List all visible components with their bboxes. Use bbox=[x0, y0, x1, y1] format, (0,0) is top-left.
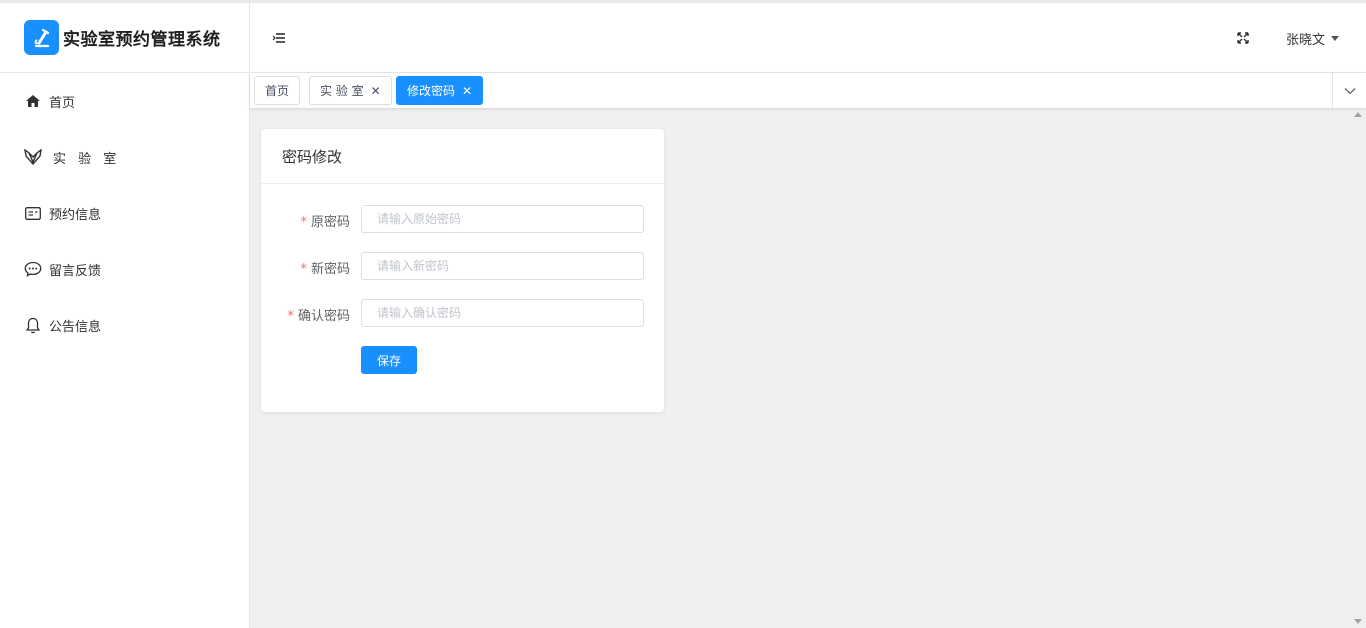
close-icon[interactable]: ✕ bbox=[371, 84, 381, 98]
vertical-scrollbar[interactable] bbox=[1350, 108, 1366, 628]
chevron-down-icon bbox=[1344, 87, 1355, 94]
tab-label: 实 验 室 bbox=[320, 84, 364, 98]
sidebar-item-reservation[interactable]: 预约信息 bbox=[0, 185, 249, 241]
menu-toggle-icon[interactable] bbox=[272, 30, 286, 44]
sidebar-item-home[interactable]: 首页 bbox=[0, 73, 249, 129]
sidebar-item-label: 预约信息 bbox=[49, 207, 102, 223]
scroll-up-icon[interactable] bbox=[1354, 112, 1362, 117]
field-label: 原密码 bbox=[310, 215, 350, 230]
main-content: 密码修改 *原密码 *新密码 *确认密码 保存 bbox=[250, 108, 1366, 628]
password-card: 密码修改 *原密码 *新密码 *确认密码 保存 bbox=[261, 129, 664, 412]
sidebar-item-label: 公告信息 bbox=[49, 319, 102, 335]
new-password-label: * 新密码 bbox=[300, 258, 350, 277]
chat-icon bbox=[24, 260, 42, 278]
id-card-icon bbox=[24, 204, 42, 222]
sidebar-item-label: 实 验 室 bbox=[53, 151, 121, 167]
scroll-down-icon[interactable] bbox=[1354, 619, 1362, 624]
sidebar-item-feedback[interactable]: 留言反馈 bbox=[0, 241, 249, 297]
user-name: 张晓文 bbox=[1286, 33, 1326, 48]
new-password-row: * 新密码 bbox=[261, 252, 664, 280]
app-logo[interactable]: 实验室预约管理系统 bbox=[0, 3, 249, 73]
confirm-password-input[interactable] bbox=[361, 299, 644, 327]
bell-icon bbox=[24, 316, 42, 334]
save-button[interactable]: 保存 bbox=[361, 346, 417, 374]
old-password-input[interactable] bbox=[361, 205, 644, 233]
field-label: 确认密码 bbox=[297, 309, 350, 324]
confirm-password-label: * 确认密码 bbox=[287, 305, 350, 324]
home-icon bbox=[24, 92, 42, 110]
confirm-password-row: * 确认密码 bbox=[261, 299, 664, 327]
sidebar-menu: 首页 实 验 室 预约信息 留言反馈 公告信息 bbox=[0, 73, 249, 353]
tab-lab[interactable]: 实 验 室 ✕ bbox=[309, 76, 392, 105]
tabs-menu-button[interactable] bbox=[1332, 73, 1366, 108]
sidebar: 实验室预约管理系统 首页 实 验 室 预约信息 留言反馈 公告信息 bbox=[0, 3, 250, 628]
tab-home[interactable]: 首页 bbox=[254, 76, 301, 105]
sidebar-item-label: 留言反馈 bbox=[49, 263, 102, 279]
field-label: 新密码 bbox=[310, 262, 350, 277]
required-mark: * bbox=[287, 309, 294, 324]
microscope-logo-icon bbox=[24, 20, 59, 55]
new-password-input[interactable] bbox=[361, 252, 644, 280]
top-header: 张晓文 bbox=[250, 3, 1366, 73]
lab-icon bbox=[24, 148, 42, 166]
tags-view-bar: 首页 实 验 室 ✕ 修改密码 ✕ bbox=[250, 73, 1366, 108]
old-password-label: * 原密码 bbox=[300, 211, 350, 230]
fullscreen-icon[interactable] bbox=[1236, 30, 1250, 44]
tab-label: 修改密码 bbox=[407, 84, 456, 98]
user-dropdown[interactable]: 张晓文 bbox=[1286, 29, 1340, 48]
tab-change-password[interactable]: 修改密码 ✕ bbox=[396, 76, 484, 105]
card-title: 密码修改 bbox=[261, 129, 664, 184]
required-mark: * bbox=[300, 262, 307, 277]
sidebar-item-label: 首页 bbox=[49, 95, 76, 111]
sidebar-item-announcement[interactable]: 公告信息 bbox=[0, 297, 249, 353]
old-password-row: * 原密码 bbox=[261, 205, 664, 233]
required-mark: * bbox=[300, 215, 307, 230]
app-title: 实验室预约管理系统 bbox=[63, 30, 221, 50]
caret-down-icon bbox=[1331, 36, 1340, 41]
tab-label: 首页 bbox=[265, 84, 290, 98]
close-icon[interactable]: ✕ bbox=[462, 84, 472, 98]
sidebar-item-lab[interactable]: 实 验 室 bbox=[0, 129, 249, 185]
